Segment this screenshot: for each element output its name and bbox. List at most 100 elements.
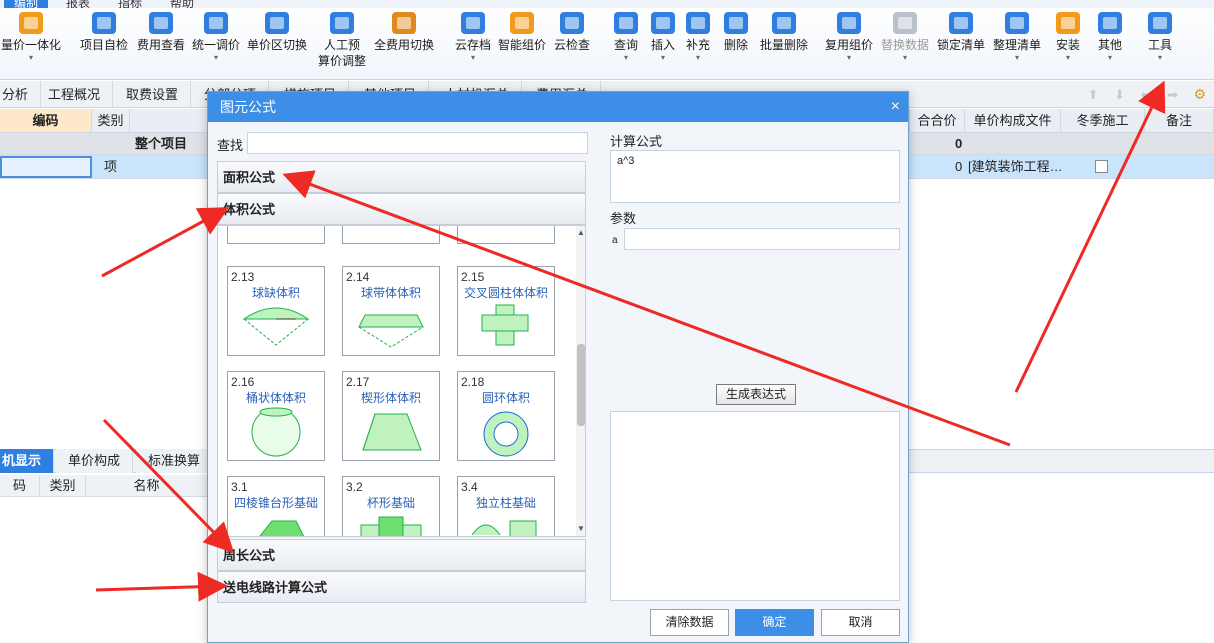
tab-analysis[interactable]: 分析: [0, 81, 42, 108]
spherical-cap-icon: [242, 307, 310, 346]
chevron-down-icon[interactable]: ▾: [822, 53, 876, 63]
formula-tile[interactable]: [457, 226, 555, 244]
find-input[interactable]: [247, 132, 588, 154]
replace-icon: [893, 12, 917, 34]
chevron-down-icon[interactable]: ▾: [1146, 53, 1174, 63]
menu-item-help[interactable]: 帮助: [170, 0, 194, 8]
col-header-name[interactable]: 名称: [86, 475, 208, 497]
ribbon-button-self-check[interactable]: 项目自检: [76, 12, 132, 53]
formula-tile[interactable]: 3.1 四棱锥台形基础: [227, 476, 325, 536]
category-perimeter-formula[interactable]: 周长公式: [217, 539, 586, 571]
ribbon-button-smart-price[interactable]: 智能组价: [496, 12, 548, 53]
ribbon-button-insert[interactable]: 插入 ▾: [649, 12, 677, 63]
ribbon-button-reuse-price[interactable]: 复用组价 ▾: [822, 12, 876, 63]
ok-button[interactable]: 确定: [735, 609, 814, 636]
ribbon-button-other[interactable]: 其他 ▾: [1096, 12, 1124, 63]
ribbon-button-unified-price[interactable]: 统一调价 ▾: [190, 12, 242, 63]
chevron-down-icon[interactable]: ▾: [0, 53, 62, 63]
trash-icon: [724, 12, 748, 34]
labor-icon: [330, 12, 354, 34]
generate-expression-button[interactable]: 生成表达式: [716, 384, 796, 405]
winter-construction-checkbox[interactable]: [1095, 160, 1108, 173]
col-header-code[interactable]: 码: [0, 475, 40, 497]
formula-tile[interactable]: 3.2 杯形基础: [342, 476, 440, 536]
formula-tile[interactable]: 2.15 交叉圆柱体体积: [457, 266, 555, 356]
ribbon-button-delete[interactable]: 删除: [722, 12, 750, 53]
chevron-down-icon[interactable]: ▾: [1054, 53, 1082, 63]
cloud-search-icon: [560, 12, 584, 34]
scrollbar-thumb[interactable]: [577, 344, 585, 426]
clear-data-button[interactable]: 清除数据: [650, 609, 729, 636]
ribbon-button-supplement[interactable]: 补充 ▾: [684, 12, 712, 63]
formula-tile[interactable]: 2.16 桶状体体积: [227, 371, 325, 461]
menu-item-edit[interactable]: 编制: [4, 0, 49, 8]
formula-tile[interactable]: 2.14 球带体体积: [342, 266, 440, 356]
category-area-formula[interactable]: 面积公式: [217, 161, 586, 193]
shape-formula-dialog: 图元公式 × 查找 面积公式 体积公式 2.13 球缺体积 2.14 球带体体积…: [207, 91, 909, 643]
ribbon-button-arrange-list[interactable]: 整理清单 ▾: [991, 12, 1043, 63]
arrange-icon: [1005, 12, 1029, 34]
menu-item-report[interactable]: 报表: [66, 0, 90, 8]
ribbon-button-query[interactable]: 查询 ▾: [612, 12, 640, 63]
ribbon-button-labor-adjust[interactable]: 人工预 算价调整: [316, 12, 368, 69]
gear-icon[interactable]: ⚙: [1193, 86, 1206, 103]
col-header-price-file[interactable]: 单价构成文件: [965, 109, 1061, 133]
close-icon[interactable]: ×: [891, 92, 900, 122]
price-file-cell[interactable]: [建筑装饰工程…: [968, 155, 1063, 179]
formula-tile[interactable]: 3.4 独立柱基础: [457, 476, 555, 536]
ribbon-button-batch-delete[interactable]: 批量删除: [757, 12, 811, 53]
category-volume-formula[interactable]: 体积公式: [217, 193, 586, 225]
tab-fee-settings[interactable]: 取费设置: [114, 81, 192, 108]
formula-display[interactable]: a^3: [610, 150, 900, 203]
formula-tile[interactable]: [342, 226, 440, 244]
ribbon-button-cloud-save[interactable]: 云存档 ▾: [453, 12, 493, 63]
param-a-input[interactable]: [624, 228, 900, 250]
formula-tile[interactable]: [227, 226, 325, 244]
column-footing-icon: [471, 520, 537, 536]
chevron-down-icon[interactable]: ▾: [649, 53, 677, 63]
formula-tile-list[interactable]: 2.13 球缺体积 2.14 球带体体积 2.15 交叉圆柱体体积 2.16 桶…: [217, 225, 586, 537]
reuse-icon: [837, 12, 861, 34]
menu-item-index[interactable]: 指标: [118, 0, 142, 8]
tab-standard-conversion[interactable]: 标准换算: [136, 449, 214, 473]
formula-tile[interactable]: 2.17 楔形体体积: [342, 371, 440, 461]
col-header-remark[interactable]: 备注: [1145, 109, 1214, 133]
col-header-category[interactable]: 类别: [40, 475, 86, 497]
category-transmission-formula[interactable]: 送电线路计算公式: [217, 571, 586, 603]
scroll-up-icon[interactable]: ▲: [576, 228, 585, 237]
ribbon-button-fee-view[interactable]: 费用查看: [135, 12, 187, 53]
col-header-winter[interactable]: 冬季施工: [1061, 109, 1145, 133]
cancel-button[interactable]: 取消: [821, 609, 900, 636]
chevron-down-icon: ▾: [902, 53, 907, 62]
expression-output[interactable]: [610, 411, 900, 601]
ribbon-button-install[interactable]: 安装 ▾: [1054, 12, 1082, 63]
nav-arrows-icon[interactable]: ⬆ ⬇ ⬅ ➡: [1088, 87, 1184, 103]
ribbon-button-price-zone[interactable]: 单价区切换: [246, 12, 308, 53]
tab-unit-price-composition[interactable]: 单价构成: [56, 449, 134, 473]
tab-project-overview[interactable]: 工程概况: [36, 81, 114, 108]
formula-tile[interactable]: 2.18 圆环体积: [457, 371, 555, 461]
col-header-category[interactable]: 类别: [92, 109, 130, 133]
ribbon-button-full-fee[interactable]: 全费用切换: [373, 12, 435, 53]
total-cell: 0: [955, 136, 963, 151]
price-adjust-icon: [204, 12, 228, 34]
query-icon: [614, 12, 638, 34]
formula-tile[interactable]: 2.13 球缺体积: [227, 266, 325, 356]
ribbon-button-bill-integration[interactable]: 量价一体化 ▾: [0, 12, 62, 63]
selected-code-cell[interactable]: [0, 156, 92, 178]
chevron-down-icon[interactable]: ▾: [684, 53, 712, 63]
chevron-down-icon[interactable]: ▾: [991, 53, 1043, 63]
ribbon-button-lock-list[interactable]: 锁定清单: [935, 12, 987, 53]
chevron-down-icon[interactable]: ▾: [1096, 53, 1124, 63]
torus-icon: [483, 411, 529, 457]
chevron-down-icon[interactable]: ▾: [453, 53, 493, 63]
ribbon-button-cloud-check[interactable]: 云检查: [552, 12, 592, 53]
arrow-to-volume-formula: [101, 207, 230, 278]
col-header-total[interactable]: 合合价: [910, 109, 965, 133]
ribbon-button-tools[interactable]: 工具 ▾: [1146, 12, 1174, 63]
tab-machine-display[interactable]: 机显示: [0, 449, 55, 473]
chevron-down-icon[interactable]: ▾: [190, 53, 242, 63]
chevron-down-icon[interactable]: ▾: [612, 53, 640, 63]
col-header-code[interactable]: 编码: [0, 109, 92, 133]
scroll-down-icon[interactable]: ▼: [576, 524, 585, 533]
